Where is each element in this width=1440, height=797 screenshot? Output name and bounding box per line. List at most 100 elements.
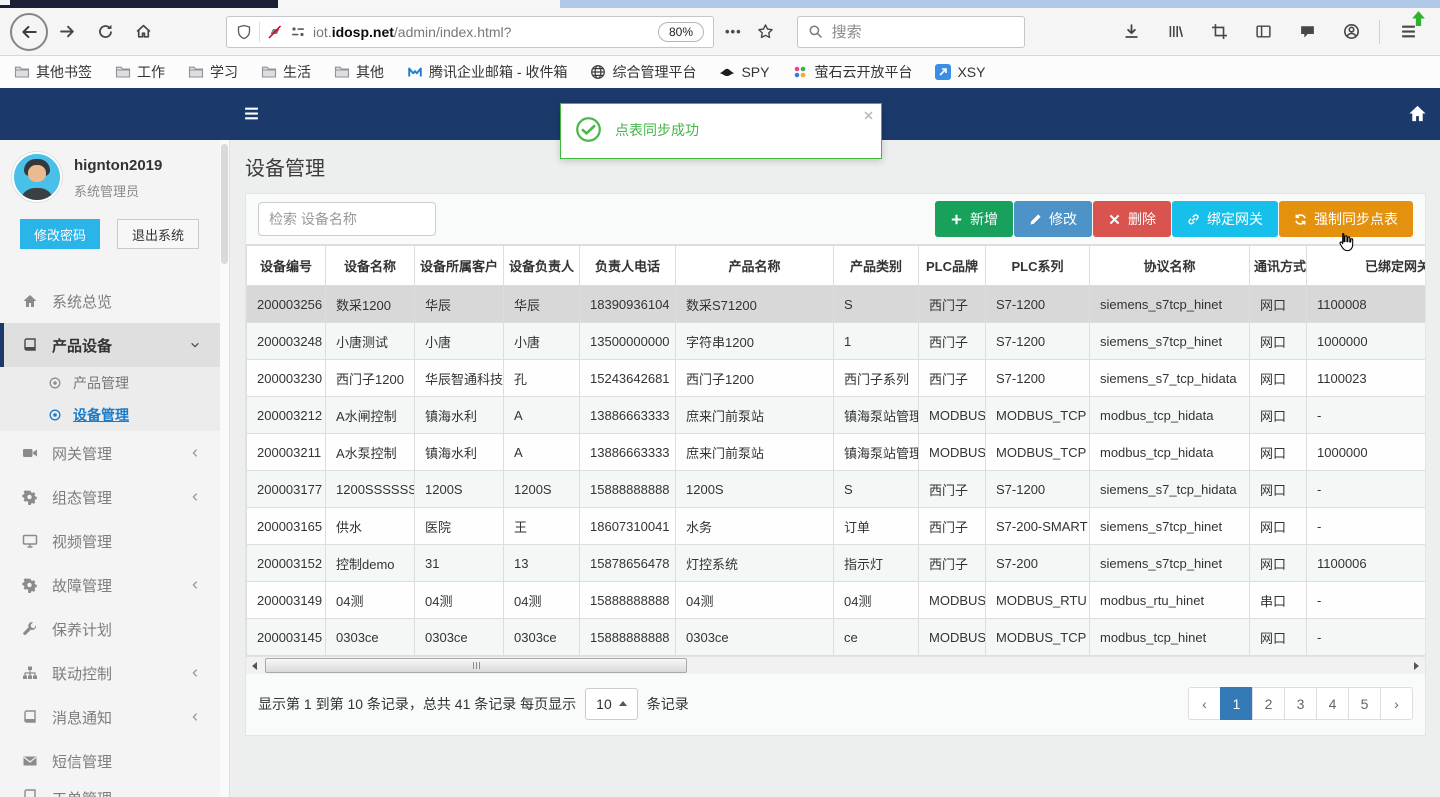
table-row[interactable]: 200003212 A水闸控制 镇海水利 A 13886663333 庶来门前泵站 镇海泵站… <box>246 396 1425 434</box>
column-header[interactable]: 设备负责人 <box>503 245 580 286</box>
account-button[interactable] <box>1336 17 1366 47</box>
table-row[interactable]: 200003149 04测 04测 04测 15888888888 04测 04测 MODBU… <box>246 581 1425 619</box>
back-button[interactable] <box>10 12 48 51</box>
page-button-4[interactable]: 4 <box>1316 687 1349 720</box>
bookmark-item[interactable]: 其他书签 <box>14 62 92 82</box>
sidebar-item-组态管理[interactable]: 组态管理 <box>0 475 229 519</box>
column-header[interactable]: 设备名称 <box>325 245 415 286</box>
browser-search-box[interactable]: 搜索 <box>796 15 1025 48</box>
browser-tab-strip <box>0 0 1440 8</box>
horizontal-scrollbar[interactable] <box>246 656 1425 674</box>
bookmark-item[interactable]: 其他 <box>334 62 384 82</box>
sidebar-scroll-thumb[interactable] <box>221 144 228 264</box>
column-header[interactable]: 负责人电话 <box>579 245 676 286</box>
sidebar-scrollbar[interactable] <box>220 140 229 797</box>
url-bar[interactable]: iot.idosp.net/admin/index.html? 80% <box>226 15 714 48</box>
sidebar-item-产品管理[interactable]: 产品管理 <box>0 367 229 399</box>
shield-icon[interactable] <box>236 24 252 40</box>
add-button[interactable]: 新增 <box>935 201 1013 237</box>
sidebar-item-网关管理[interactable]: 网关管理 <box>0 431 229 475</box>
sidebar-item-视频管理[interactable]: 视频管理 <box>0 519 229 563</box>
sidebar-item-短信管理[interactable]: 短信管理 <box>0 739 229 783</box>
page-actions-icon[interactable]: ••• <box>720 24 747 39</box>
active-tab[interactable] <box>278 0 560 8</box>
page-button-2[interactable]: 2 <box>1252 687 1285 720</box>
autoplay-blocked-icon[interactable] <box>267 24 283 40</box>
table-row[interactable]: 200003165 供水 医院王 18607310041 水务 订单 西门子 S7-200-S… <box>246 507 1425 545</box>
column-header[interactable]: 已绑定网关 <box>1306 245 1425 286</box>
bookmark-item[interactable]: 综合管理平台 <box>590 62 696 82</box>
pocket-button[interactable] <box>1292 17 1322 47</box>
per-page-select[interactable]: 10 <box>585 687 638 720</box>
force-sync-button[interactable]: 强制同步点表 <box>1279 201 1413 237</box>
column-header[interactable]: 设备编号 <box>246 245 326 286</box>
table-row[interactable]: 200003177 1200SSSSSS 1200S 1200S 15888888888… <box>246 470 1425 508</box>
table-cell: 华辰智通科技 <box>414 359 504 397</box>
column-header[interactable]: PLC品牌 <box>918 245 986 286</box>
sidebar-item-系统总览[interactable]: 系统总览 <box>0 279 229 323</box>
permissions-icon[interactable] <box>290 24 306 40</box>
sidebar-collapse-icon[interactable] <box>243 105 260 122</box>
scroll-thumb[interactable] <box>265 658 687 673</box>
url-domain: idosp.net <box>331 23 394 40</box>
browser-home-button[interactable] <box>128 17 158 47</box>
sidebar-item-label: 消息通知 <box>52 709 113 727</box>
sidebar-item-产品设备[interactable]: 产品设备 <box>0 323 229 367</box>
page-button-3[interactable]: 3 <box>1284 687 1317 720</box>
forward-button[interactable] <box>52 17 82 47</box>
column-header[interactable]: 产品类别 <box>833 245 919 286</box>
url-separator <box>259 21 260 42</box>
bookmark-item[interactable]: XSY <box>935 64 985 80</box>
table-row[interactable]: 200003256 数采1200 华辰 华辰 18390936104 数采S71200 S 西… <box>246 285 1425 323</box>
page-button-1[interactable]: 1 <box>1220 687 1253 720</box>
screenshot-button[interactable] <box>1204 17 1234 47</box>
column-header[interactable]: 通讯方式 <box>1249 245 1307 286</box>
bookmark-item[interactable]: 工作 <box>115 62 165 82</box>
sidebar-item-设备管理[interactable]: 设备管理 <box>0 399 229 431</box>
delete-button[interactable]: 删除 <box>1093 201 1171 237</box>
bookmark-item[interactable]: SPY <box>719 64 769 80</box>
logout-button[interactable]: 退出系统 <box>117 219 200 249</box>
sidebar-item-label: 故障管理 <box>52 577 113 595</box>
page-button-5[interactable]: 5 <box>1348 687 1381 720</box>
device-search-input[interactable] <box>258 202 436 236</box>
reload-button[interactable] <box>90 17 120 47</box>
bookmark-item[interactable]: 萤石云开放平台 <box>792 62 912 82</box>
app-home-icon[interactable] <box>1408 104 1427 123</box>
close-icon[interactable] <box>863 110 874 121</box>
scroll-left-button[interactable] <box>246 657 263 674</box>
page-button-›[interactable]: › <box>1380 687 1413 720</box>
table-cell: 网口 <box>1249 470 1307 508</box>
sidebar-item-消息通知[interactable]: 消息通知 <box>0 695 229 739</box>
table-row[interactable]: 200003248 小唐测试 小唐 小唐 13500000000 字符串1200 1 西门子 S… <box>246 322 1425 360</box>
bookmark-item[interactable]: 腾讯企业邮箱 - 收件箱 <box>407 62 567 82</box>
bind-gateway-button[interactable]: 绑定网关 <box>1172 201 1278 237</box>
sidebar-item-联动控制[interactable]: 联动控制 <box>0 651 229 695</box>
scroll-right-button[interactable] <box>1408 657 1425 674</box>
table-row[interactable]: 200003152 控制demo 31 13 15878656478 灯控系统 指示灯 西门子… <box>246 544 1425 582</box>
table-row[interactable]: 200003145 0303ce 0303ce 0303ce 15888888888 03… <box>246 618 1425 656</box>
column-header[interactable]: 产品名称 <box>675 245 834 286</box>
downloads-button[interactable] <box>1116 17 1146 47</box>
table-cell: 15888888888 <box>579 618 676 656</box>
column-header[interactable]: PLC系列 <box>985 245 1090 286</box>
sidebar-toggle-button[interactable] <box>1248 17 1278 47</box>
column-header[interactable]: 协议名称 <box>1089 245 1250 286</box>
app-menu-button[interactable] <box>1393 10 1425 47</box>
bookmark-item[interactable]: 学习 <box>188 62 238 82</box>
zoom-badge[interactable]: 80% <box>657 21 704 42</box>
library-button[interactable] <box>1160 17 1190 47</box>
page-button-‹[interactable]: ‹ <box>1188 687 1221 720</box>
change-password-button[interactable]: 修改密码 <box>20 219 101 249</box>
bookmark-item[interactable]: 生活 <box>261 62 311 82</box>
sidebar-item-工单管理[interactable]: 工单管理 <box>0 783 229 797</box>
table-row[interactable]: 200003230 西门子1200 华辰智通科技孔 15243642681 西门子120… <box>246 359 1425 397</box>
sidebar-item-保养计划[interactable]: 保养计划 <box>0 607 229 651</box>
sidebar-item-故障管理[interactable]: 故障管理 <box>0 563 229 607</box>
column-header[interactable]: 设备所属客户 <box>414 245 504 286</box>
table-cell: 西门子 <box>918 322 986 360</box>
bookmark-star-button[interactable] <box>751 17 781 47</box>
table-row[interactable]: 200003211 A水泵控制 镇海水利 A 13886663333 庶来门前泵站 镇海泵站… <box>246 433 1425 471</box>
edit-button[interactable]: 修改 <box>1014 201 1092 237</box>
crop-icon <box>1211 23 1228 40</box>
